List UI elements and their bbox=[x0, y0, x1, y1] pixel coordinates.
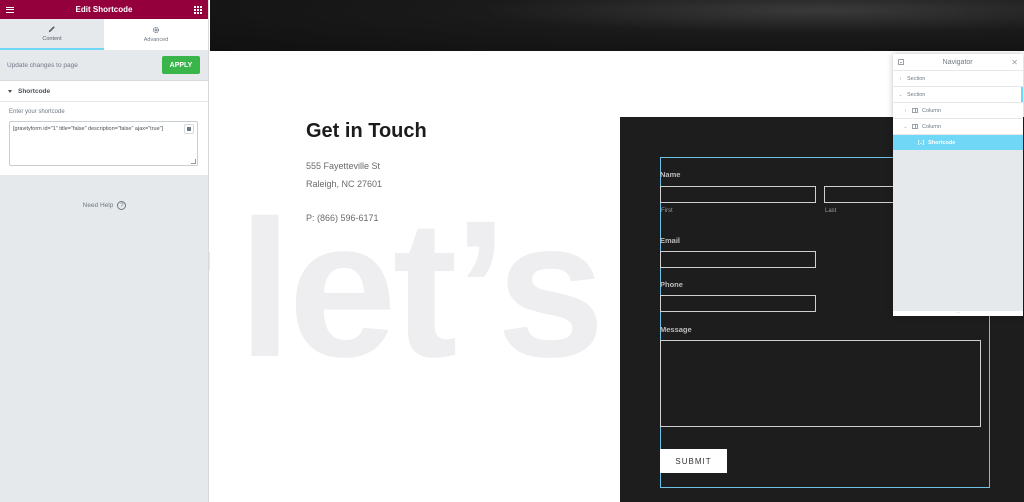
nav-item-label: Column bbox=[922, 123, 941, 130]
first-name-input[interactable] bbox=[660, 186, 816, 203]
chevron-right-icon[interactable]: › bbox=[903, 108, 908, 114]
help-icon: ? bbox=[117, 201, 127, 210]
navigator-title: Navigator bbox=[942, 58, 973, 66]
panel-header: Edit Shortcode bbox=[0, 0, 208, 19]
widgets-grid-icon[interactable] bbox=[194, 5, 202, 14]
collapse-all-icon[interactable] bbox=[898, 59, 904, 65]
nav-item-column-1[interactable]: › Column bbox=[893, 103, 1023, 119]
panel-title: Edit Shortcode bbox=[75, 5, 133, 14]
address-street: 555 Fayetteville St bbox=[306, 161, 381, 171]
navigator-resize-handle[interactable]: ⋯ bbox=[893, 311, 1023, 316]
nav-item-label: Section bbox=[907, 91, 926, 98]
column-icon bbox=[912, 124, 918, 129]
email-label: Email bbox=[660, 236, 681, 245]
contact-phone: P: (866) 596-6171 bbox=[306, 213, 379, 223]
shortcode-textarea[interactable]: [gravityform id="1" title="false" descri… bbox=[9, 121, 198, 166]
section-toggle-shortcode[interactable]: Shortcode bbox=[0, 81, 208, 102]
caret-down-icon bbox=[8, 89, 12, 93]
chevron-right-icon[interactable]: › bbox=[898, 76, 903, 82]
column-icon bbox=[912, 108, 918, 113]
editor-panel: Edit Shortcode Content Advanced Update c… bbox=[0, 0, 209, 502]
nav-item-label: Section bbox=[907, 75, 926, 82]
last-name-input[interactable] bbox=[824, 186, 904, 203]
chevron-down-icon[interactable]: ⌄ bbox=[898, 92, 903, 98]
phone-label: Phone bbox=[660, 280, 683, 289]
submit-button[interactable]: SUBMIT bbox=[660, 449, 727, 473]
first-sublabel: First bbox=[661, 208, 673, 214]
nav-item-shortcode[interactable]: [..] Shortcode bbox=[893, 135, 1023, 151]
navigator-panel: Navigator ✕ › Section ⌄ Section › Column… bbox=[893, 54, 1023, 316]
tab-advanced-label: Advanced bbox=[143, 37, 169, 43]
shortcode-value: [gravityform id="1" title="false" descri… bbox=[13, 126, 164, 132]
last-sublabel: Last bbox=[825, 208, 837, 214]
shortcode-field-label: Enter your shortcode bbox=[9, 109, 65, 115]
shortcode-icon: [..] bbox=[918, 139, 925, 146]
message-textarea[interactable] bbox=[660, 340, 981, 427]
chevron-down-icon[interactable]: ⌄ bbox=[903, 124, 908, 130]
message-label: Message bbox=[660, 325, 692, 334]
close-icon[interactable]: ✕ bbox=[1011, 58, 1018, 67]
section-title: Shortcode bbox=[18, 87, 51, 95]
navigator-header[interactable]: Navigator ✕ bbox=[893, 54, 1023, 71]
dark-header-section bbox=[210, 0, 1024, 51]
dynamic-tags-icon[interactable] bbox=[184, 124, 194, 134]
panel-tabs: Content Advanced bbox=[0, 19, 208, 50]
tab-content-label: Content bbox=[42, 36, 62, 42]
phone-input[interactable] bbox=[660, 295, 816, 312]
need-help-label: Need Help bbox=[82, 202, 114, 209]
resize-handle-icon[interactable] bbox=[191, 159, 196, 164]
pencil-icon bbox=[48, 26, 55, 33]
nav-item-label: Column bbox=[922, 107, 941, 114]
menu-icon[interactable] bbox=[6, 6, 14, 13]
nav-item-column-2[interactable]: ⌄ Column bbox=[893, 119, 1023, 135]
update-row: Update changes to page APPLY bbox=[0, 50, 208, 81]
contact-title: Get in Touch bbox=[306, 120, 427, 142]
need-help-link[interactable]: Need Help ? bbox=[0, 201, 209, 210]
gear-icon bbox=[152, 26, 160, 34]
address-city: Raleigh, NC 27601 bbox=[306, 179, 383, 189]
name-label: Name bbox=[660, 170, 681, 179]
nav-item-section-2[interactable]: ⌄ Section bbox=[893, 87, 1023, 103]
email-input[interactable] bbox=[660, 251, 816, 268]
tab-content[interactable]: Content bbox=[0, 19, 104, 50]
tab-advanced[interactable]: Advanced bbox=[104, 19, 208, 50]
apply-button[interactable]: APPLY bbox=[162, 56, 200, 74]
nav-item-label: Shortcode bbox=[928, 139, 956, 146]
shortcode-field: Enter your shortcode [gravityform id="1"… bbox=[0, 102, 208, 175]
update-label: Update changes to page bbox=[7, 61, 78, 69]
nav-item-section-1[interactable]: › Section bbox=[893, 71, 1023, 87]
